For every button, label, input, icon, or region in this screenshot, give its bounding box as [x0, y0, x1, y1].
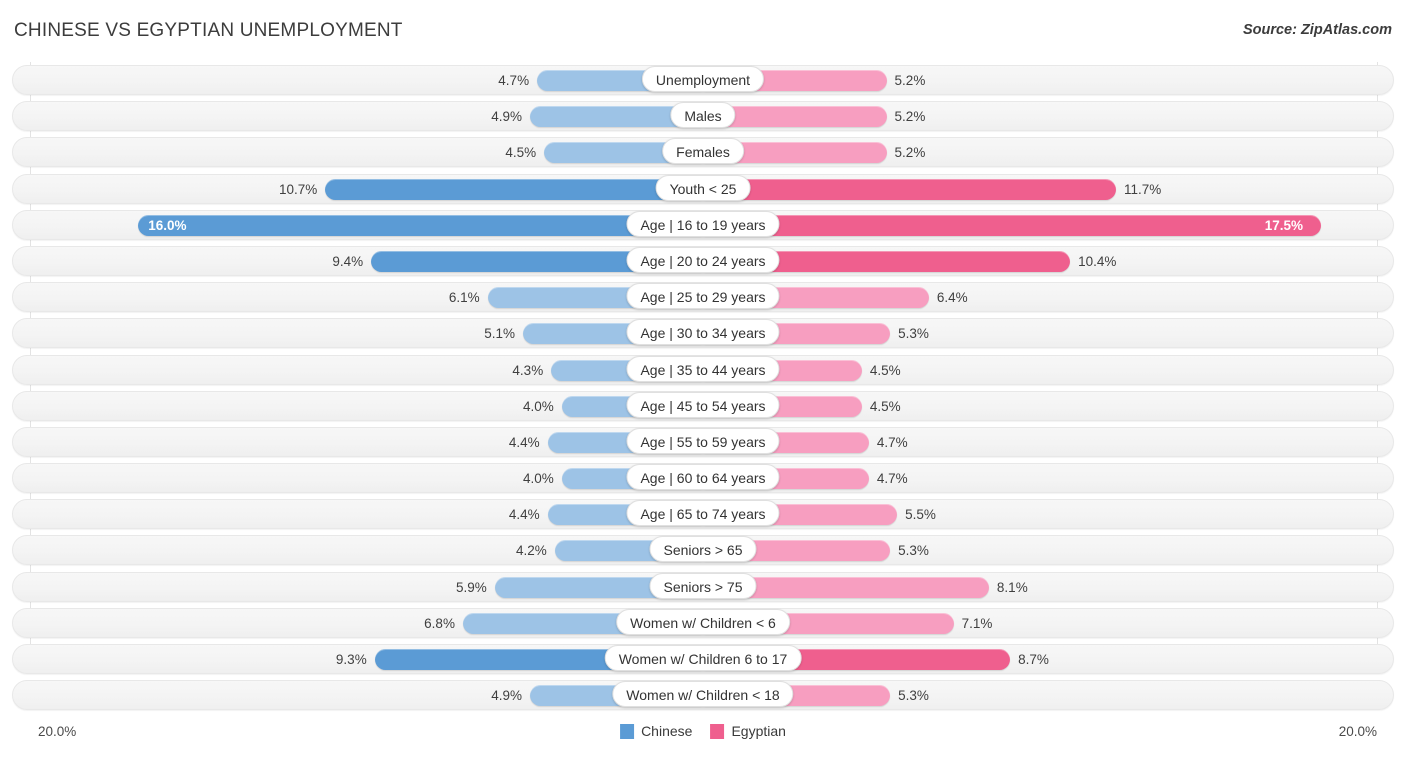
chart-row: 10.7% 11.7% Youth < 25	[0, 171, 1406, 207]
value-label-egyptian: 4.5%	[869, 362, 901, 378]
legend-swatch	[620, 723, 635, 739]
page-title: CHINESE VS EGYPTIAN UNEMPLOYMENT	[14, 20, 403, 41]
chart-legend: Chinese Egyptian	[620, 723, 786, 739]
value-label-chinese: 5.9%	[455, 579, 487, 595]
chart-footer: 20.0% 20.0% Chinese Egyptian	[0, 717, 1406, 757]
value-label-egyptian: 7.1%	[961, 615, 993, 631]
chart-row: 9.4% 10.4% Age | 20 to 24 years	[0, 243, 1406, 279]
category-label: Females	[662, 138, 744, 165]
chart-row: 5.9% 8.1% Seniors > 75	[0, 569, 1406, 605]
value-label-egyptian: 5.3%	[898, 688, 929, 704]
category-label: Women w/ Children < 6	[616, 608, 790, 635]
chart-row: 4.0% 4.5% Age | 45 to 54 years	[0, 388, 1406, 424]
legend-label: Chinese	[641, 723, 693, 739]
category-label: Women w/ Children < 18	[612, 681, 794, 708]
bar-chinese	[138, 214, 703, 236]
chart-row: 4.5% 5.2% Females	[0, 134, 1406, 170]
category-label: Age | 60 to 64 years	[626, 464, 780, 491]
chart-row: 4.9% 5.3% Women w/ Children < 18	[0, 677, 1406, 713]
value-label-egyptian: 5.3%	[898, 326, 929, 342]
value-label-chinese: 4.9%	[491, 688, 523, 704]
chart-row: 5.1% 5.3% Age | 30 to 34 years	[0, 315, 1406, 351]
chart-row: 4.7% 5.2% Unemployment	[0, 62, 1406, 98]
category-label: Age | 30 to 34 years	[626, 319, 780, 346]
value-label-egyptian: 4.5%	[869, 398, 901, 414]
value-label-egyptian: 5.2%	[894, 73, 926, 88]
value-label-chinese: 4.4%	[508, 434, 540, 450]
value-label-egyptian: 6.4%	[936, 290, 968, 306]
category-label: Age | 55 to 59 years	[626, 427, 780, 454]
value-label-chinese: 4.9%	[491, 109, 523, 125]
chart-row: 9.3% 8.7% Women w/ Children 6 to 17	[0, 641, 1406, 677]
value-label-egyptian: 5.3%	[898, 543, 929, 559]
bar-rows-container: 4.7% 5.2% Unemployment 4.9% 5.2% Males 4.5% 5.2…	[0, 62, 1406, 713]
chart-row: 4.0% 4.7% Age | 60 to 64 years	[0, 460, 1406, 496]
category-label: Seniors > 65	[649, 536, 757, 563]
value-label-chinese: 5.1%	[484, 326, 515, 342]
chart-row: 4.3% 4.5% Age | 35 to 44 years	[0, 352, 1406, 388]
chart-row: 6.1% 6.4% Age | 25 to 29 years	[0, 279, 1406, 315]
axis-label-right: 20.0%	[1338, 724, 1377, 739]
category-label: Women w/ Children 6 to 17	[604, 645, 802, 671]
value-label-egyptian: 8.7%	[1018, 652, 1049, 667]
chart-header: CHINESE VS EGYPTIAN UNEMPLOYMENT Source:…	[0, 0, 1406, 62]
value-label-egyptian: 5.2%	[894, 109, 926, 125]
value-label-chinese: 6.8%	[424, 615, 455, 631]
value-label-chinese: 9.4%	[332, 253, 364, 269]
legend-item: Chinese	[620, 723, 692, 739]
chart-row: 4.2% 5.3% Seniors > 65	[0, 532, 1406, 568]
category-label: Age | 16 to 19 years	[626, 210, 780, 237]
category-label: Age | 35 to 44 years	[626, 355, 780, 382]
category-label: Seniors > 75	[649, 572, 757, 599]
source-attribution: Source: ZipAtlas.com	[1242, 22, 1392, 38]
category-label: Age | 65 to 74 years	[626, 500, 780, 527]
value-label-chinese: 4.7%	[498, 73, 530, 88]
category-label: Age | 25 to 29 years	[626, 283, 780, 310]
value-label-chinese: 10.7%	[279, 181, 318, 197]
value-label-egyptian: 5.2%	[894, 145, 926, 161]
value-label-egyptian: 17.5%	[1264, 217, 1304, 233]
chart-row: 4.4% 5.5% Age | 65 to 74 years	[0, 496, 1406, 532]
value-label-egyptian: 4.7%	[876, 434, 908, 450]
value-label-chinese: 4.4%	[508, 507, 540, 523]
value-label-chinese: 6.1%	[448, 290, 480, 306]
value-label-egyptian: 8.1%	[996, 579, 1028, 595]
category-label: Age | 20 to 24 years	[626, 246, 780, 273]
chart-row: 16.0% 17.5% Age | 16 to 19 years	[0, 207, 1406, 243]
value-label-chinese: 4.3%	[512, 362, 544, 378]
category-label: Unemployment	[641, 66, 765, 92]
bar-egyptian	[703, 214, 1321, 236]
value-label-chinese: 4.0%	[523, 471, 554, 487]
category-label: Age | 45 to 54 years	[626, 391, 780, 418]
category-label: Males	[670, 102, 736, 129]
value-label-chinese: 16.0%	[148, 217, 187, 233]
value-label-chinese: 4.5%	[505, 145, 537, 161]
value-label-egyptian: 4.7%	[876, 471, 908, 487]
chart-row: 6.8% 7.1% Women w/ Children < 6	[0, 605, 1406, 641]
bar-chinese	[325, 178, 703, 200]
bar-egyptian	[703, 178, 1116, 200]
value-label-chinese: 4.2%	[515, 543, 547, 559]
value-label-chinese: 4.0%	[523, 398, 554, 414]
value-label-chinese: 9.3%	[335, 652, 367, 667]
value-label-egyptian: 10.4%	[1078, 253, 1117, 269]
legend-swatch	[710, 723, 725, 739]
value-label-egyptian: 5.5%	[905, 507, 936, 523]
legend-label: Egyptian	[731, 723, 786, 739]
chart-row: 4.4% 4.7% Age | 55 to 59 years	[0, 424, 1406, 460]
chart-plot-area: 4.7% 5.2% Unemployment 4.9% 5.2% Males 4.5% 5.2…	[0, 62, 1406, 717]
legend-item: Egyptian	[710, 723, 786, 739]
axis-label-left: 20.0%	[38, 724, 77, 739]
category-label: Youth < 25	[655, 174, 751, 201]
value-label-egyptian: 11.7%	[1124, 181, 1162, 197]
chart-row: 4.9% 5.2% Males	[0, 98, 1406, 134]
